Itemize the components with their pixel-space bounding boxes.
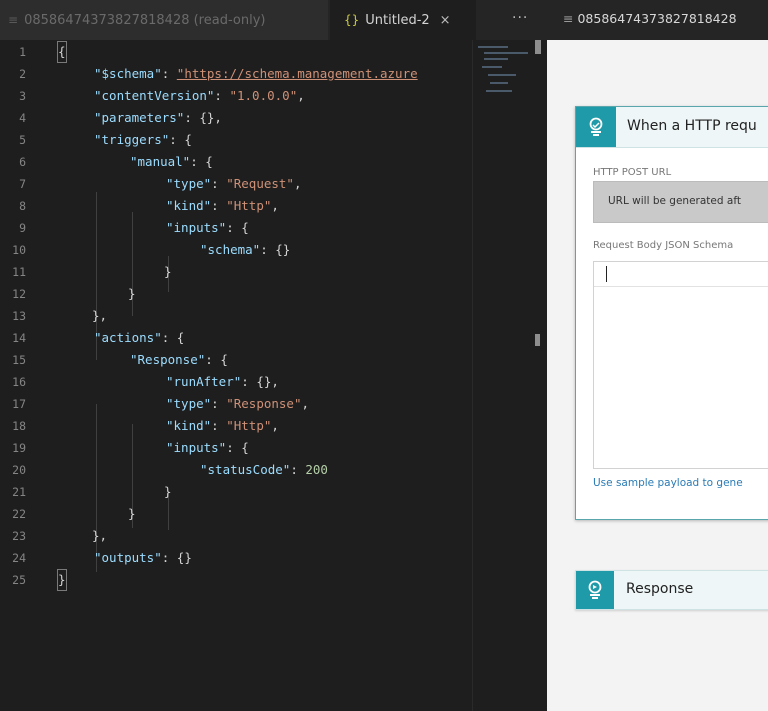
tab-read-only-file[interactable]: ≡ 08586474373827818428 (read-only) [0, 0, 328, 40]
scrollbar-thumb[interactable] [535, 40, 541, 54]
url-placeholder: URL will be generated aft [608, 195, 741, 207]
code-editor-pane: ≡ 08586474373827818428 (read-only) {} Un… [0, 0, 547, 711]
tab-label: 08586474373827818428 (read-only) [24, 12, 266, 28]
tab-label: Untitled-2 [365, 12, 430, 28]
http-request-icon [576, 107, 616, 147]
trigger-title: When a HTTP requ [627, 118, 757, 134]
tab-designer[interactable]: ≡ 08586474373827818428 [563, 11, 737, 26]
scrollbar-marker [535, 334, 540, 346]
minimap-separator [472, 40, 473, 711]
response-title: Response [626, 581, 694, 597]
designer-canvas: When a HTTP requ HTTP POST URL URL will … [547, 40, 768, 711]
tab-untitled-2[interactable]: {} Untitled-2 × [330, 0, 476, 40]
more-actions-icon[interactable]: ··· [512, 10, 528, 26]
minimap[interactable] [478, 44, 530, 104]
designer-pane: ≡ 08586474373827818428 When a HTTP requ H… [547, 0, 768, 711]
file-lines-icon: ≡ [8, 13, 19, 27]
divider [594, 286, 768, 287]
request-body-schema-input[interactable] [593, 261, 768, 469]
close-icon[interactable]: × [440, 13, 451, 28]
text-caret [606, 266, 607, 282]
indent-guide [96, 404, 97, 572]
code-area[interactable]: 1{ 2 "$schema": "https://schema.managemen… [0, 41, 472, 602]
http-post-url-field[interactable]: URL will be generated aft [593, 181, 768, 223]
trigger-card[interactable]: When a HTTP requ HTTP POST URL URL will … [575, 106, 768, 520]
response-action-card[interactable]: Response [575, 570, 768, 610]
schema-label: Request Body JSON Schema [593, 240, 734, 251]
editor-tab-bar: ≡ 08586474373827818428 (read-only) {} Un… [0, 0, 547, 40]
use-sample-payload-link[interactable]: Use sample payload to gene [593, 477, 743, 489]
designer-tab-bar: ≡ 08586474373827818428 [547, 0, 768, 40]
file-lines-icon: ≡ [563, 11, 574, 26]
braces-icon: {} [344, 13, 360, 27]
http-post-url-label: HTTP POST URL [593, 167, 672, 178]
http-response-icon [576, 571, 614, 609]
trigger-card-header[interactable]: When a HTTP requ [576, 107, 768, 148]
